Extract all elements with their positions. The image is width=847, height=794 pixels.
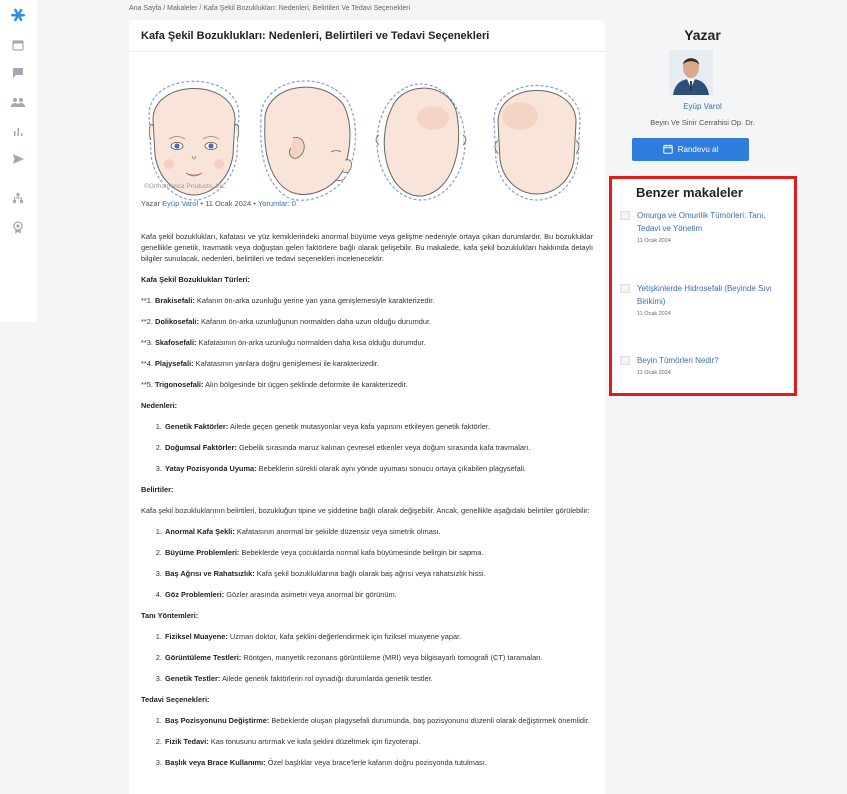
types-heading: Kafa Şekil Bozuklukları Türleri: bbox=[141, 275, 250, 284]
list-item: Büyüme Problemleri: Bebeklerde veya çocu… bbox=[164, 547, 593, 558]
diagnosis-list: Fiziksel Muayene: Uzman doktor, kafa şek… bbox=[141, 631, 593, 684]
author-name[interactable]: Eyüp Varol bbox=[612, 102, 793, 111]
symptoms-heading: Belirtiler: bbox=[141, 485, 174, 494]
author-prefix: Yazar bbox=[141, 199, 161, 208]
article-thumbnail bbox=[620, 284, 630, 293]
breadcrumb[interactable]: Ana Sayfa / Makaleler / Kafa Şekil Bozuk… bbox=[129, 5, 410, 12]
users-icon[interactable] bbox=[10, 94, 26, 110]
list-item: Doğumsal Faktörler: Gebelik sırasında ma… bbox=[164, 442, 593, 453]
list-item: Genetik Testler: Ailede genetik faktörle… bbox=[164, 673, 593, 684]
related-article-date: 11 Ocak 2024 bbox=[637, 311, 671, 317]
causes-list: Genetik Faktörler: Ailede geçen genetik … bbox=[141, 421, 593, 474]
list-item: Fiziksel Muayene: Uzman doktor, kafa şek… bbox=[164, 631, 593, 642]
list-item: Başlık veya Brace Kullanımı: Özel başlık… bbox=[164, 757, 593, 768]
author-card: Yazar Eyüp Varol Beyin Ve Sinir Cerrahis… bbox=[612, 20, 793, 170]
author-avatar[interactable] bbox=[669, 50, 713, 95]
divider bbox=[129, 51, 605, 52]
left-sidebar bbox=[0, 0, 37, 322]
article-meta: Yazar Eyüp Varol • 11 Ocak 2024 • Yoruml… bbox=[141, 199, 296, 208]
article-thumbnail bbox=[620, 211, 630, 220]
type-item: **1. Brakisefali: Kafanın ön-arka uzunlu… bbox=[141, 296, 435, 305]
causes-heading: Nedenleri: bbox=[141, 401, 178, 410]
publish-date: • 11 Ocak 2024 • bbox=[200, 199, 256, 208]
treatment-heading: Tedavi Seçenekleri: bbox=[141, 695, 210, 704]
intro-paragraph: Kafa şekil bozuklukları, kafatası ve yüz… bbox=[141, 232, 593, 263]
award-icon[interactable] bbox=[10, 219, 26, 235]
list-item: Yatay Pozisyonda Uyuma: Bebeklerin sürek… bbox=[164, 463, 593, 474]
type-item: **4. Plajysefali: Kafatasının yanlara do… bbox=[141, 359, 379, 368]
treatment-list: Baş Pozisyonunu Değiştirme: Bebeklerde o… bbox=[141, 715, 593, 768]
list-item: Baş Ağrısı ve Rahatsızlık: Kafa şekil bo… bbox=[164, 568, 593, 579]
comments-link[interactable]: Yorumlar: 0 bbox=[258, 199, 296, 208]
list-item: Anormal Kafa Şekli: Kafatasının anormal … bbox=[164, 526, 593, 537]
related-article-title[interactable]: Omurga ve Omurilik Tümörleri: Tanı, Teda… bbox=[637, 209, 787, 235]
author-title: Beyin Ve Sinir Cerrahisi Op. Dr. bbox=[650, 118, 755, 127]
article-thumbnail bbox=[620, 356, 630, 365]
calendar-icon bbox=[663, 144, 673, 156]
appointment-button[interactable]: Randevu al bbox=[632, 138, 749, 161]
symptoms-intro: Kafa şekil bozukluklarının belirtileri, … bbox=[141, 506, 590, 515]
related-article-date: 11 Ocak 2024 bbox=[637, 238, 671, 244]
list-item: Genetik Faktörler: Ailede geçen genetik … bbox=[164, 421, 593, 432]
article-title: Kafa Şekil Bozuklukları: Nedenleri, Beli… bbox=[141, 30, 490, 42]
related-article-date: 11 Ocak 2024 bbox=[637, 370, 671, 376]
hierarchy-icon[interactable] bbox=[10, 190, 26, 206]
type-item: **2. Dolikosefali: Kafanın ön-arka uzunl… bbox=[141, 317, 432, 326]
list-item: Göz Problemleri: Gözler arasında asimetr… bbox=[164, 589, 593, 600]
related-article-title[interactable]: Yetişkinlerde Hidrosefali (Beyinde Sıvı … bbox=[637, 282, 787, 308]
related-articles-panel: Benzer makaleler Omurga ve Omurilik Tümö… bbox=[609, 176, 797, 396]
list-item: Fizik Tedavi: Kas tonusunu artırmak ve k… bbox=[164, 736, 593, 747]
article-card: Kafa Şekil Bozuklukları: Nedenleri, Beli… bbox=[129, 20, 605, 794]
symptoms-list: Anormal Kafa Şekli: Kafatasının anormal … bbox=[141, 526, 593, 600]
calendar-icon[interactable] bbox=[10, 37, 26, 53]
author-heading: Yazar bbox=[684, 27, 721, 43]
chart-icon[interactable] bbox=[10, 123, 26, 139]
chat-icon[interactable] bbox=[10, 65, 26, 81]
article-body: Kafa şekil bozuklukları, kafatası ve yüz… bbox=[141, 231, 593, 778]
send-icon[interactable] bbox=[10, 151, 26, 167]
diagnosis-heading: Tanı Yöntemleri: bbox=[141, 611, 199, 620]
appointment-button-label: Randevu al bbox=[677, 145, 719, 154]
type-item: **3. Skafosefali: Kafatasının ön-arka uz… bbox=[141, 338, 426, 347]
author-link[interactable]: Eyüp Varol bbox=[162, 199, 198, 208]
list-item: Baş Pozisyonunu Değiştirme: Bebeklerde o… bbox=[164, 715, 593, 726]
related-article-title[interactable]: Beyin Tümörleri Nedir? bbox=[637, 354, 787, 367]
list-item: Görüntüleme Testleri: Röntgen, manyetik … bbox=[164, 652, 593, 663]
app-logo-icon[interactable] bbox=[10, 7, 26, 23]
image-credit: ©Orthomerica Products, Inc. bbox=[144, 183, 227, 190]
related-heading: Benzer makaleler bbox=[636, 185, 743, 200]
type-item: **5. Trigonosefali: Alın bölgesinde bir … bbox=[141, 380, 408, 389]
